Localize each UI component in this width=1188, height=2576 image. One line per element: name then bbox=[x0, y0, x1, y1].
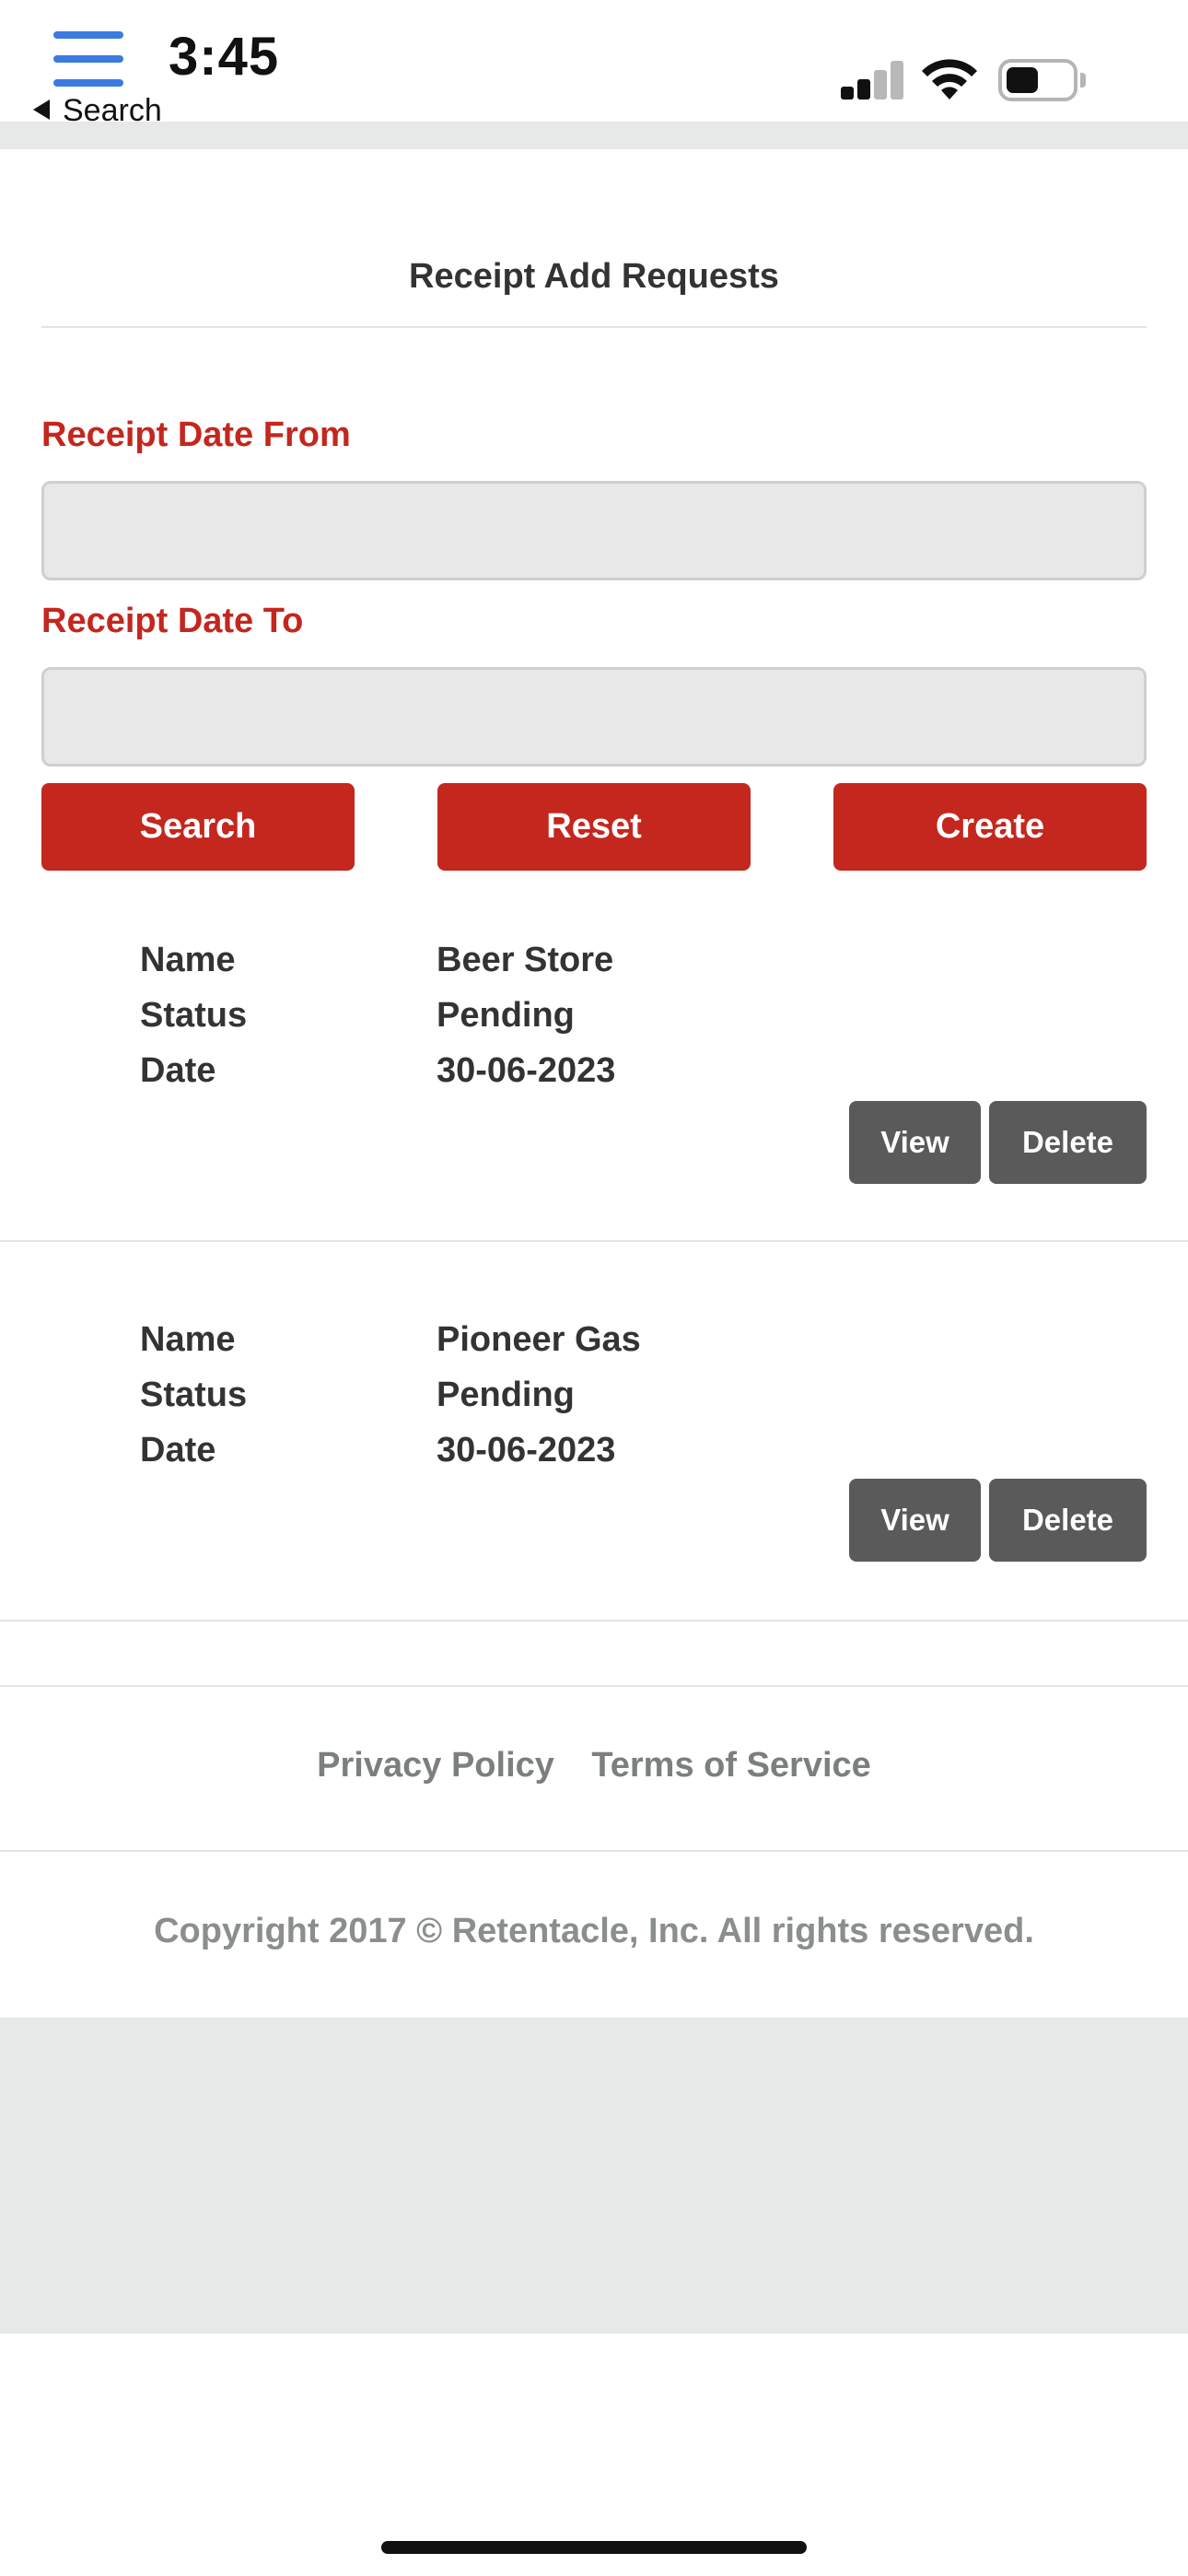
terms-of-service-link[interactable]: Terms of Service bbox=[591, 1746, 870, 1785]
date-to-label: Receipt Date To bbox=[41, 602, 304, 640]
search-button[interactable]: Search bbox=[41, 783, 355, 871]
footer-links: Privacy Policy Terms of Service bbox=[0, 1738, 1188, 1800]
view-button[interactable]: View bbox=[849, 1101, 981, 1184]
delete-button[interactable]: Delete bbox=[989, 1479, 1147, 1562]
home-indicator[interactable] bbox=[381, 2541, 807, 2554]
receipt-date: 30-06-2023 bbox=[437, 1431, 616, 1469]
battery-icon bbox=[998, 59, 1087, 101]
receipt-name: Pioneer Gas bbox=[437, 1320, 641, 1359]
copyright-text: Copyright 2017 © Retentacle, Inc. All ri… bbox=[154, 1912, 1034, 1950]
date-from-input[interactable] bbox=[41, 481, 1147, 580]
receipt-name-key: Name bbox=[140, 941, 236, 979]
footer-band bbox=[0, 2018, 1188, 2334]
delete-button[interactable]: Delete bbox=[989, 1101, 1147, 1184]
receipt-date: 30-06-2023 bbox=[437, 1051, 616, 1090]
header-strip bbox=[0, 122, 1188, 149]
status-time: 3:45 bbox=[169, 27, 280, 87]
footer-divider bbox=[0, 1685, 1188, 1687]
privacy-policy-link[interactable]: Privacy Policy bbox=[317, 1746, 554, 1785]
receipt-status: Pending bbox=[437, 996, 575, 1035]
receipt-name: Beer Store bbox=[437, 941, 614, 979]
title-divider bbox=[41, 326, 1147, 328]
wifi-icon bbox=[922, 59, 977, 100]
receipt-status-key: Status bbox=[140, 1376, 248, 1414]
page-title: Receipt Add Requests bbox=[409, 257, 779, 296]
list-divider bbox=[0, 1620, 1188, 1622]
reset-button[interactable]: Reset bbox=[437, 783, 751, 871]
footer-divider bbox=[0, 1850, 1188, 1852]
hamburger-menu-icon[interactable] bbox=[53, 31, 123, 88]
battery-level bbox=[1007, 67, 1038, 93]
list-divider bbox=[0, 1240, 1188, 1242]
receipt-status: Pending bbox=[437, 1376, 575, 1414]
receipt-list-item: Name Beer Store Status Pending Date 30-0… bbox=[0, 864, 1188, 1242]
back-triangle-icon bbox=[33, 100, 50, 120]
receipt-status-key: Status bbox=[140, 996, 248, 1035]
date-from-label: Receipt Date From bbox=[41, 416, 351, 454]
receipt-date-key: Date bbox=[140, 1431, 216, 1469]
receipt-list-item: Name Pioneer Gas Status Pending Date 30-… bbox=[0, 1244, 1188, 1622]
cellular-signal-icon bbox=[841, 61, 903, 100]
date-to-input[interactable] bbox=[41, 667, 1147, 767]
create-button[interactable]: Create bbox=[833, 783, 1147, 871]
view-button[interactable]: View bbox=[849, 1479, 981, 1562]
receipt-date-key: Date bbox=[140, 1051, 216, 1090]
status-bar: 3:45 Search bbox=[0, 0, 1188, 128]
receipt-name-key: Name bbox=[140, 1320, 236, 1359]
